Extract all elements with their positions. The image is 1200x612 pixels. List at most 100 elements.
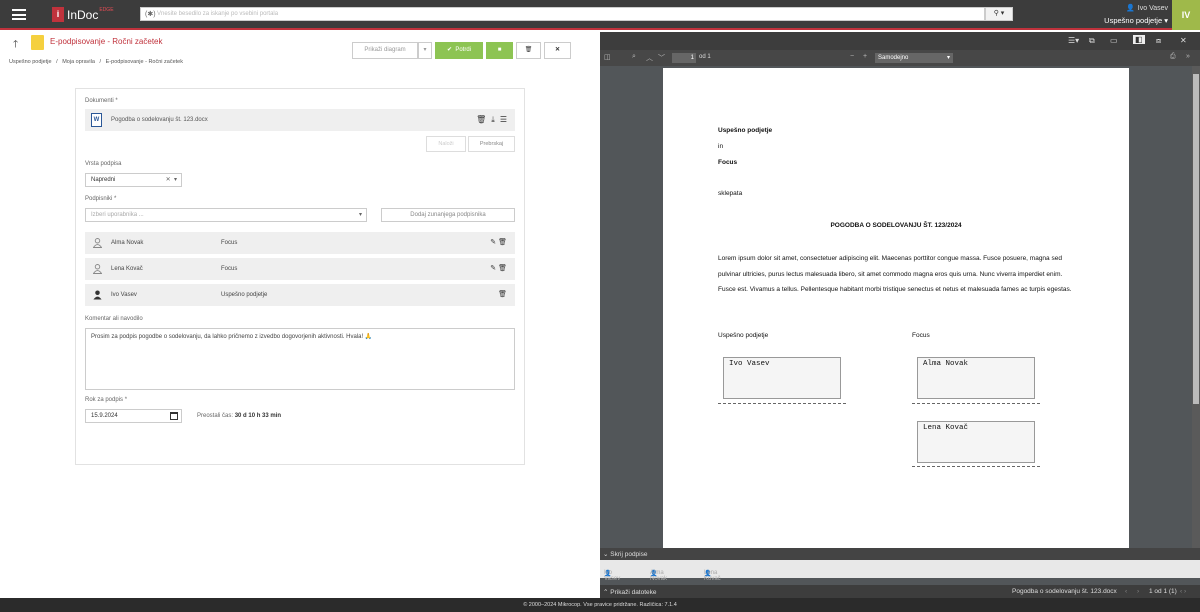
chevron-down-icon[interactable]: ﹀: [658, 53, 665, 63]
save-icon: ■: [497, 47, 502, 53]
and-text: in: [718, 143, 724, 150]
avatar[interactable]: IV: [1172, 0, 1200, 30]
signature-field[interactable]: Ivo Vasev: [723, 357, 841, 399]
current-filename: Pogodba o sodelovanju št. 123.docx: [1012, 588, 1117, 595]
logo-text: InDoc: [67, 7, 99, 22]
trash-icon[interactable]: 🗑: [476, 115, 486, 125]
breadcrumb-item[interactable]: Uspešno podjetje: [9, 59, 52, 65]
top-bar: i InDoc EDGE (✱) Vnesite besedilo za isk…: [0, 0, 1200, 30]
signers-select[interactable]: Izberi uporabnika ... ▾: [85, 208, 367, 222]
close-icon[interactable]: ✕: [1180, 36, 1187, 45]
clear-chevron-icon[interactable]: ✕ ▾: [166, 174, 177, 186]
more-tools-icon[interactable]: »: [1186, 53, 1190, 60]
comment-label: Komentar ali navodilo: [85, 316, 143, 322]
signature-field[interactable]: Lena Kovač: [917, 421, 1035, 463]
list-menu-icon[interactable]: ☰▾: [1068, 36, 1079, 45]
comment-textarea[interactable]: Prosim za podpis pogodbe o sodelovanju, …: [85, 328, 515, 390]
show-files-toggle[interactable]: ⌃ Prikaži datoteke: [603, 588, 657, 596]
confirm-button[interactable]: ✔ Potrdi: [435, 42, 483, 59]
chevron-down-icon: ▾: [423, 47, 427, 53]
show-files-label: Prikaži datoteke: [610, 589, 657, 596]
signer-name: Ivo Vasev: [111, 292, 137, 298]
search-placeholder: Vnesite besedilo za iskanje po vsebini p…: [157, 11, 279, 17]
search-button[interactable]: ⚲ ▾: [985, 7, 1013, 21]
user-menu[interactable]: 👤 Ivo Vasev Uspešno podjetje ▾: [1104, 4, 1168, 26]
next-file-icon[interactable]: ›: [1137, 588, 1139, 595]
popout-icon[interactable]: ⧈: [1156, 36, 1161, 46]
single-view-icon[interactable]: ▭: [1110, 36, 1118, 45]
signature-field[interactable]: Alma Novak: [917, 357, 1035, 399]
signer-row[interactable]: Lena Kovač Focus ✎ 🗑: [85, 258, 515, 280]
calendar-icon[interactable]: [170, 412, 178, 420]
page-count: od 1: [699, 54, 711, 60]
search-icon[interactable]: ⌕: [632, 53, 636, 61]
edit-pen-icon[interactable]: ✎: [490, 265, 496, 272]
open-external-icon[interactable]: ⧉: [1089, 36, 1095, 46]
chevron-icon[interactable]: ‹ ›: [1180, 588, 1186, 595]
page-title: E-podpisovanje - Ročni začetek: [50, 37, 163, 46]
signer-name: Alma Novak: [111, 240, 144, 246]
upload-button[interactable]: Naloži: [426, 136, 466, 152]
sign-type-label: Vrsta podpisa: [85, 161, 122, 167]
save-button[interactable]: ■: [486, 42, 513, 59]
zoom-in-icon[interactable]: +: [863, 53, 867, 60]
user-icon: 👤: [1126, 5, 1135, 12]
zoom-out-icon[interactable]: −: [850, 53, 854, 60]
trash-icon: 🗑: [524, 47, 533, 53]
deadline-value: 15.9.2024: [91, 413, 118, 419]
pdf-viewer: ☰▾ ⧉ ▭ ◧ ⧈ ✕ ◫ ⌕ ︿ ﹀ 1 od 1 − + Samodejn…: [600, 32, 1200, 598]
hide-signatures-toggle[interactable]: ⌄ Skrij podpise: [600, 548, 1200, 560]
signer-org: Focus: [221, 240, 238, 246]
search-input[interactable]: (✱) Vnesite besedilo za iskanje po vsebi…: [140, 7, 985, 21]
menu-icon[interactable]: [12, 9, 26, 20]
pdf-scrollbar[interactable]: [1192, 66, 1200, 548]
add-external-signer-button[interactable]: Dodaj zunanjega podpisnika: [381, 208, 515, 222]
viewer-header: ☰▾ ⧉ ▭ ◧ ⧈ ✕: [600, 32, 1200, 50]
signature-line: [912, 403, 1040, 404]
delete-button[interactable]: 🗑: [516, 42, 541, 59]
trash-icon[interactable]: 🗑: [498, 239, 507, 246]
close-icon: ✕: [554, 47, 561, 53]
download-icon[interactable]: ⤓: [491, 115, 495, 125]
chevron-down-icon: ⌄: [603, 551, 609, 558]
signature-line: [718, 403, 846, 404]
page-number-input[interactable]: 1: [672, 53, 696, 63]
chevron-down-icon: ▾: [1164, 16, 1168, 25]
pdf-page: Uspešno podjetje in Focus sklepata POGOD…: [663, 68, 1129, 548]
signature-chip-name: Lena Kovač: [704, 570, 721, 582]
browse-button[interactable]: Prebrskaj: [468, 136, 515, 152]
back-arrow-icon[interactable]: 🡑: [13, 37, 18, 54]
show-diagram-button[interactable]: Prikaži diagram: [352, 42, 418, 59]
document-row[interactable]: W Pogodba o sodelovanju št. 123.docx 🗑 ⤓…: [85, 109, 515, 131]
diagram-dropdown-button[interactable]: ▾: [418, 42, 432, 59]
deadline-input[interactable]: 15.9.2024: [85, 409, 182, 423]
hide-signatures-label: Skrij podpise: [610, 551, 648, 558]
close-button[interactable]: ✕: [544, 42, 571, 59]
chevron-up-icon[interactable]: ︿: [646, 53, 653, 63]
signature-strip: 👤 Ivo Vasev 👤 Alma Novak 👤 Lena Kovač: [600, 560, 1200, 582]
list-menu-icon[interactable]: ☰: [500, 115, 507, 125]
print-icon[interactable]: ⎙: [1170, 53, 1176, 61]
trash-icon[interactable]: 🗑: [498, 291, 507, 298]
check-icon: ✔: [446, 47, 452, 53]
task-pane: 🡑 E-podpisovanje - Ročni začetek Uspešno…: [0, 32, 600, 598]
scrollbar-thumb[interactable]: [1193, 74, 1199, 404]
signature-name: Ivo Vasev: [729, 360, 770, 368]
company-name: Uspešno podjetje: [1104, 16, 1163, 25]
sign-type-select[interactable]: Napredni ✕ ▾: [85, 173, 182, 187]
conclude-text: sklepata: [718, 190, 743, 197]
column2-heading: Focus: [912, 332, 930, 339]
signature-name: Lena Kovač: [923, 424, 969, 432]
breadcrumb-item[interactable]: Moja opravila: [62, 59, 95, 65]
signer-row[interactable]: Ivo Vasev Uspešno podjetje 🗑: [85, 284, 515, 306]
trash-icon[interactable]: 🗑: [498, 265, 507, 272]
zoom-select[interactable]: Samodejno ▾: [875, 53, 953, 63]
split-view-icon[interactable]: ◧: [1133, 35, 1145, 44]
document-name[interactable]: Pogodba o sodelovanju št. 123.docx: [111, 117, 208, 123]
signature-chip-name: Ivo Vasev: [604, 570, 621, 582]
edit-pen-icon[interactable]: ✎: [490, 239, 496, 246]
logo[interactable]: i InDoc EDGE: [52, 6, 114, 23]
prev-file-icon[interactable]: ‹: [1125, 588, 1127, 595]
signer-row[interactable]: Alma Novak Focus ✎ 🗑: [85, 232, 515, 254]
sidebar-toggle-icon[interactable]: ◫: [604, 53, 611, 61]
